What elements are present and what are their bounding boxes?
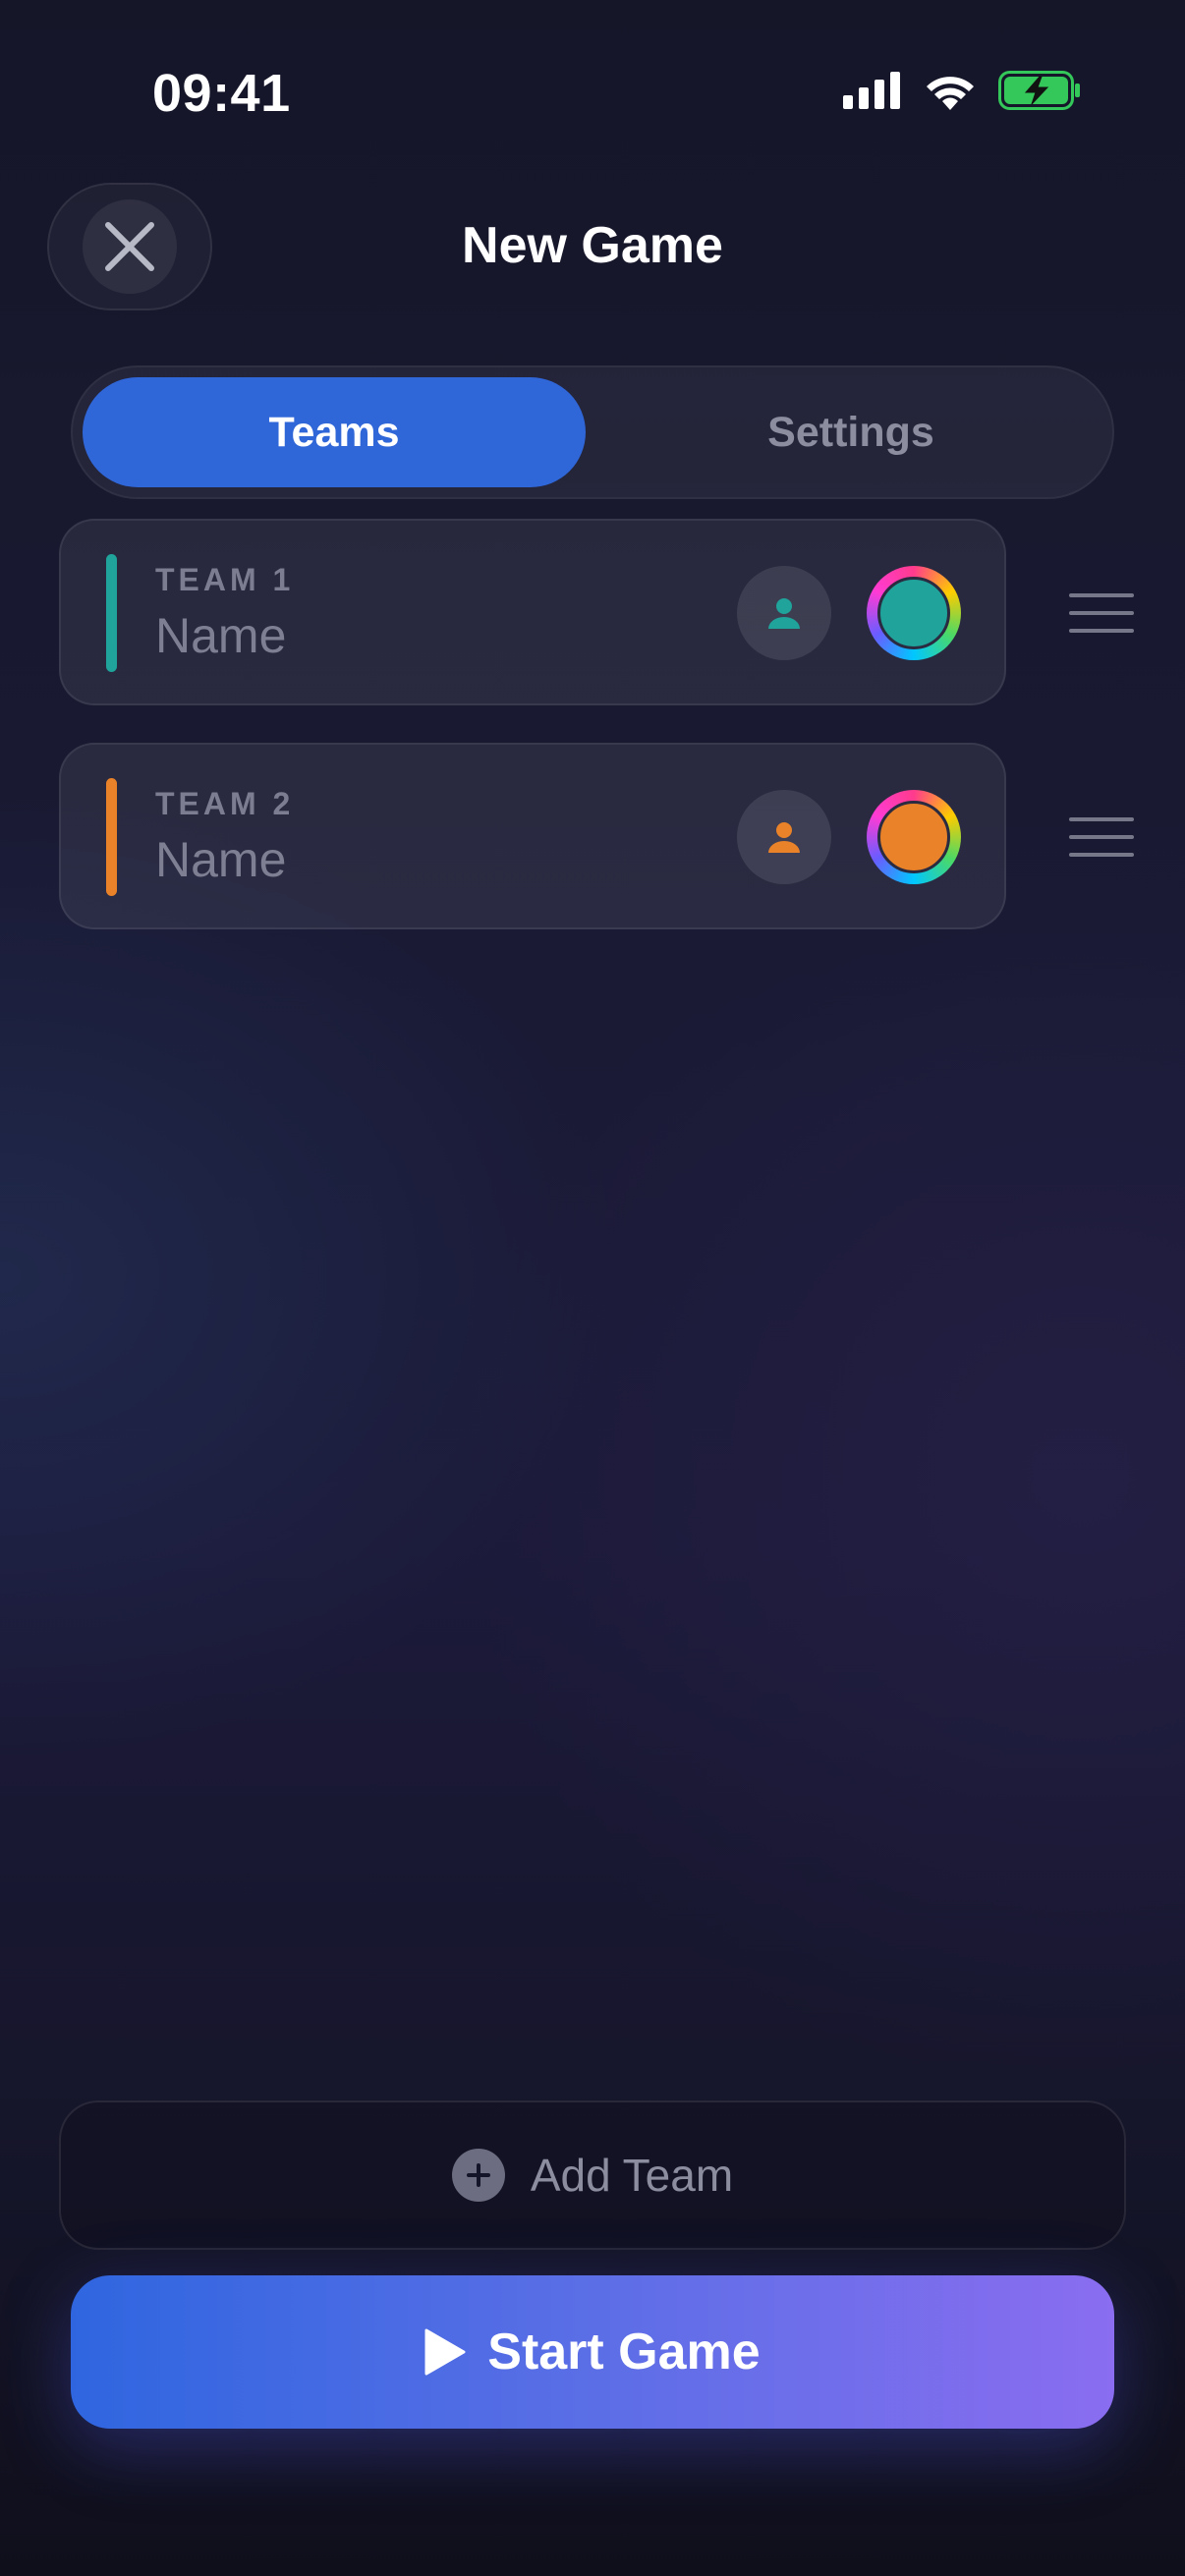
team-name-input[interactable]: Name: [155, 607, 286, 664]
team-label: TEAM 2: [155, 786, 295, 821]
team-members-button[interactable]: [737, 566, 831, 660]
page-title: New Game: [462, 217, 723, 274]
team-card: TEAM 1 Name: [59, 519, 1006, 705]
team-color-picker[interactable]: [867, 566, 961, 660]
cellular-signal-icon: [843, 72, 900, 109]
team-name-input[interactable]: Name: [155, 831, 286, 888]
start-game-label: Start Game: [487, 2324, 761, 2380]
drag-handle-icon[interactable]: [1069, 817, 1134, 857]
team-members-button[interactable]: [737, 790, 831, 884]
team-label: TEAM 1: [155, 562, 295, 597]
add-team-button[interactable]: Add Team: [59, 2100, 1126, 2250]
team-card: TEAM 2 Name: [59, 743, 1006, 929]
status-bar: 09:41: [0, 0, 1185, 196]
person-icon: [768, 598, 800, 629]
plus-circle-icon: [451, 2149, 505, 2202]
team-color-picker[interactable]: [867, 790, 961, 884]
person-icon: [768, 822, 800, 853]
status-time: 09:41: [152, 64, 291, 123]
team-color-swatch: [877, 577, 950, 649]
battery-charging-icon: [998, 71, 1080, 110]
team-color-bar: [106, 554, 117, 672]
drag-handle-icon[interactable]: [1069, 593, 1134, 633]
start-game-button[interactable]: Start Game: [71, 2275, 1114, 2429]
team-color-bar: [106, 778, 117, 896]
team-color-swatch: [877, 801, 950, 873]
segmented-control: Teams Settings: [71, 365, 1114, 499]
tab-teams[interactable]: Teams: [83, 377, 586, 487]
add-team-label: Add Team: [530, 2150, 734, 2201]
wifi-icon: [927, 77, 974, 110]
tab-settings[interactable]: Settings: [599, 377, 1102, 487]
play-icon: [424, 2328, 466, 2376]
status-icons: [843, 71, 1081, 110]
